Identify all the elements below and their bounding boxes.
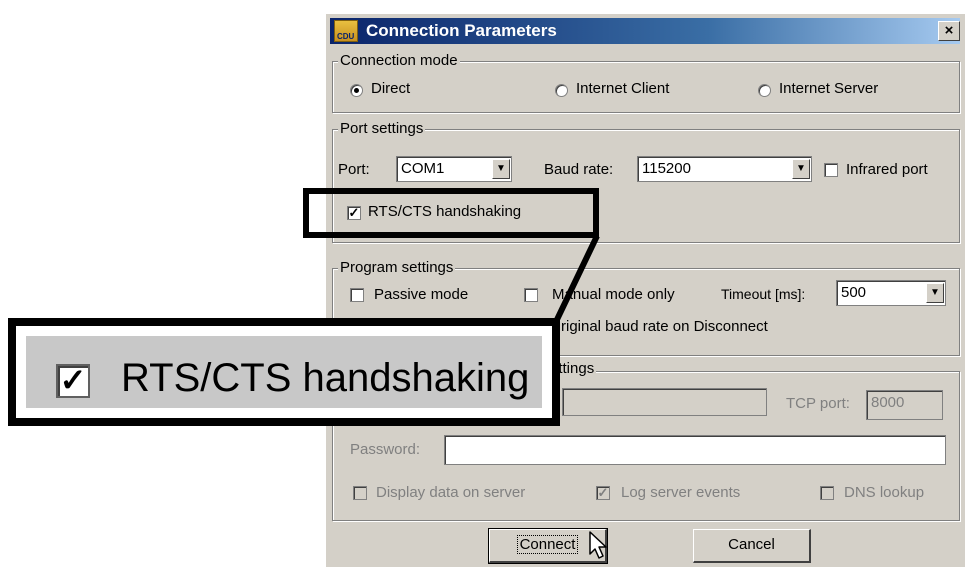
radio-direct[interactable] [350, 84, 363, 97]
app-icon: CDU [334, 20, 358, 42]
rts-cts-zoom-callout: ✓ RTS/CTS handshaking [8, 318, 560, 426]
manual-mode-checkbox[interactable] [524, 288, 538, 302]
connection-parameters-dialog: CDU Connection Parameters × Connection m… [325, 13, 965, 567]
port-dropdown-button[interactable]: ▼ [492, 159, 510, 179]
log-events-label[interactable]: Log server events [621, 484, 740, 501]
port-label: Port: [338, 161, 370, 178]
radio-internet-server[interactable] [758, 84, 771, 97]
arrow-cursor-icon [589, 531, 607, 559]
tcp-port-label: TCP port: [786, 395, 850, 412]
window-title: Connection Parameters [366, 21, 557, 40]
passive-mode-label[interactable]: Passive mode [374, 286, 468, 303]
connect-button-label: Connect [516, 535, 579, 554]
title-bar[interactable]: CDU Connection Parameters × [330, 18, 960, 44]
baud-rate-dropdown-button[interactable]: ▼ [792, 159, 810, 179]
infrared-port-label[interactable]: Infrared port [846, 161, 928, 178]
baud-rate-label: Baud rate: [544, 161, 614, 178]
port-settings-legend: Port settings [338, 120, 426, 137]
program-settings-legend: Program settings [338, 259, 456, 276]
callout-label: RTS/CTS handshaking [121, 356, 530, 400]
dns-lookup-label[interactable]: DNS lookup [844, 484, 924, 501]
callout-checkbox: ✓ [56, 364, 90, 398]
dns-lookup-checkbox[interactable] [820, 486, 834, 500]
password-input[interactable] [444, 435, 946, 465]
password-label: Password: [350, 441, 421, 458]
rts-cts-highlight-box [303, 188, 599, 238]
restore-baud-label[interactable]: riginal baud rate on Disconnect [561, 318, 768, 335]
radio-internet-client[interactable] [555, 84, 568, 97]
radio-internet-client-label[interactable]: Internet Client [576, 80, 669, 97]
callout-background: ✓ RTS/CTS handshaking [26, 336, 542, 408]
connection-mode-legend: Connection mode [338, 52, 460, 69]
timeout-dropdown-button[interactable]: ▼ [926, 283, 944, 303]
passive-mode-checkbox[interactable] [350, 288, 364, 302]
close-button[interactable]: × [938, 21, 960, 41]
radio-direct-label[interactable]: Direct [371, 80, 410, 97]
baud-rate-select[interactable]: 115200 [637, 156, 812, 182]
log-events-checkbox[interactable]: ✓ [596, 486, 610, 500]
manual-mode-label[interactable]: Manual mode only [552, 286, 675, 303]
connector-line-left [285, 236, 306, 320]
radio-internet-server-label[interactable]: Internet Server [779, 80, 878, 97]
display-data-label[interactable]: Display data on server [376, 484, 525, 501]
infrared-port-checkbox[interactable] [824, 163, 838, 177]
cancel-button[interactable]: Cancel [693, 529, 811, 563]
tcp-port-input[interactable]: 8000 [866, 390, 943, 420]
server-address-input[interactable] [562, 388, 767, 416]
display-data-checkbox[interactable] [353, 486, 367, 500]
radio-selected-dot [354, 88, 359, 93]
timeout-label: Timeout [ms]: [721, 286, 806, 302]
